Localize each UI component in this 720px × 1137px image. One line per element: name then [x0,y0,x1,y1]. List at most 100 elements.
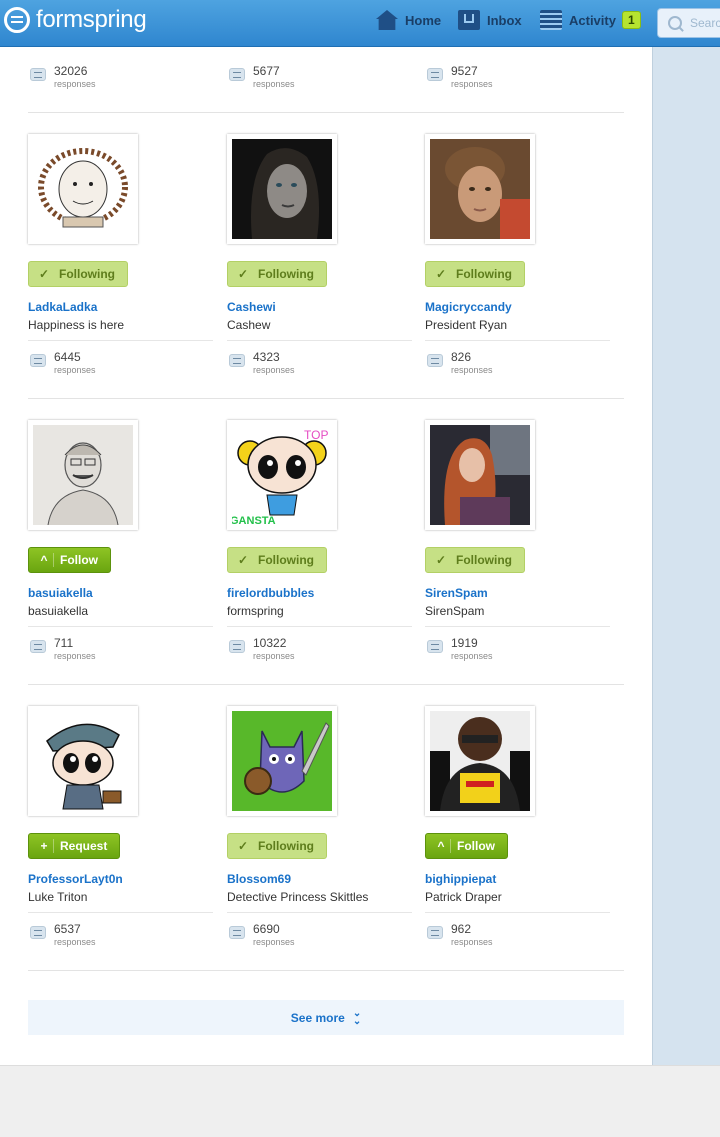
nav-inbox[interactable]: Inbox [458,10,522,30]
responses-label: responses [54,365,96,375]
avatar-image [430,139,530,239]
following-button[interactable]: ✓ Following [425,547,525,573]
check-icon: ✓ [237,553,249,567]
button-label: Following [456,267,512,281]
avatar[interactable] [425,420,535,530]
following-button[interactable]: ✓ Following [425,261,525,287]
real-name: President Ryan [425,318,508,332]
username-link[interactable]: Cashewi [227,300,276,314]
button-label: Following [258,839,314,853]
check-icon: ✓ [237,839,249,853]
follow-button[interactable]: ^ Follow [28,547,111,573]
avatar[interactable]: TOP GANSTA [227,420,337,530]
real-name: basuiakella [28,604,89,618]
avatar-image [232,711,332,811]
logo-text: formspring [36,6,147,33]
username-link[interactable]: Blossom69 [227,872,291,886]
responses-label: responses [451,937,493,947]
username-link[interactable]: bighippiepat [425,872,496,886]
username-link[interactable]: SirenSpam [425,586,488,600]
username-link[interactable]: firelordbubbles [227,586,314,600]
avatar[interactable] [425,134,535,244]
speech-bubble-icon [229,926,245,939]
responses-label: responses [54,79,96,89]
row-divider [28,398,624,399]
see-more-button[interactable]: See more ⌄ ⌄ [28,1000,624,1035]
request-button[interactable]: + Request [28,833,121,859]
responses-label: responses [253,365,295,375]
speech-bubble-icon [30,640,46,653]
speech-bubble-icon [30,68,46,81]
responses-count: 32026 [54,64,88,78]
responses-label: responses [451,651,493,661]
real-name: Patrick Draper [425,890,502,904]
following-button[interactable]: ✓ Following [28,261,128,287]
card-divider [425,626,610,627]
home-icon [376,10,398,30]
nav-home-label: Home [405,12,442,28]
card-divider [425,340,610,341]
username-link[interactable]: basuiakella [28,586,93,600]
card-divider [28,912,213,913]
speech-bubble-icon [30,354,46,367]
button-label: Following [258,553,314,567]
real-name: SirenSpam [425,604,485,618]
follow-button[interactable]: ^ Follow [425,833,508,859]
avatar-text-bottom: GANSTA [232,515,276,525]
button-label: Following [59,267,115,281]
following-button[interactable]: ✓ Following [227,547,327,573]
nav-activity[interactable]: Activity 1 [540,10,641,30]
avatar[interactable] [28,706,138,816]
card-divider [227,340,412,341]
avatar-image [33,711,133,811]
speech-bubble-icon [229,68,245,81]
real-name: formspring [227,604,284,618]
button-label: Following [258,267,314,281]
row-divider [28,112,624,113]
responses-count: 6445 [54,350,81,364]
button-label: Follow [457,839,495,853]
following-button[interactable]: ✓ Following [227,833,327,859]
following-button[interactable]: ✓ Following [227,261,327,287]
avatar[interactable] [227,706,337,816]
responses-label: responses [253,79,295,89]
responses-count: 5677 [253,64,280,78]
row-divider [28,684,624,685]
check-icon: ✓ [435,553,447,567]
button-label: Follow [60,553,98,567]
avatar[interactable] [227,134,337,244]
nav-activity-label: Activity [569,12,616,28]
username-link[interactable]: LadkaLadka [28,300,97,314]
speech-bubble-icon [427,68,443,81]
nav-home[interactable]: Home [376,10,441,30]
real-name: Detective Princess Skittles [227,890,369,904]
double-chevron-down-icon: ⌄ ⌄ [352,1007,362,1027]
formspring-logo[interactable]: formspring [4,6,147,34]
avatar-image [430,425,530,525]
real-name: Luke Triton [28,890,88,904]
avatar-image: TOP GANSTA [232,425,332,525]
speech-bubble-icon [229,354,245,367]
username-link[interactable]: ProfessorLayt0n [28,872,123,886]
responses-label: responses [54,651,96,661]
avatar[interactable] [425,706,535,816]
responses-count: 10322 [253,636,287,650]
avatar[interactable] [28,134,138,244]
inbox-icon [458,10,480,30]
chevron-up-icon: ^ [432,839,451,853]
avatar[interactable] [28,420,138,530]
responses-count: 9527 [451,64,478,78]
speech-bubble-icon [30,926,46,939]
username-link[interactable]: Magicryccandy [425,300,512,314]
real-name: Happiness is here [28,318,125,332]
card-divider [227,626,412,627]
responses-label: responses [451,79,493,89]
activity-icon [540,10,562,30]
card-divider [28,626,213,627]
search-input[interactable]: Search [657,8,720,38]
real-name: Cashew [227,318,271,332]
avatar-image [430,711,530,811]
responses-count: 711 [54,636,74,650]
responses-label: responses [253,651,295,661]
avatar-image [33,425,133,525]
